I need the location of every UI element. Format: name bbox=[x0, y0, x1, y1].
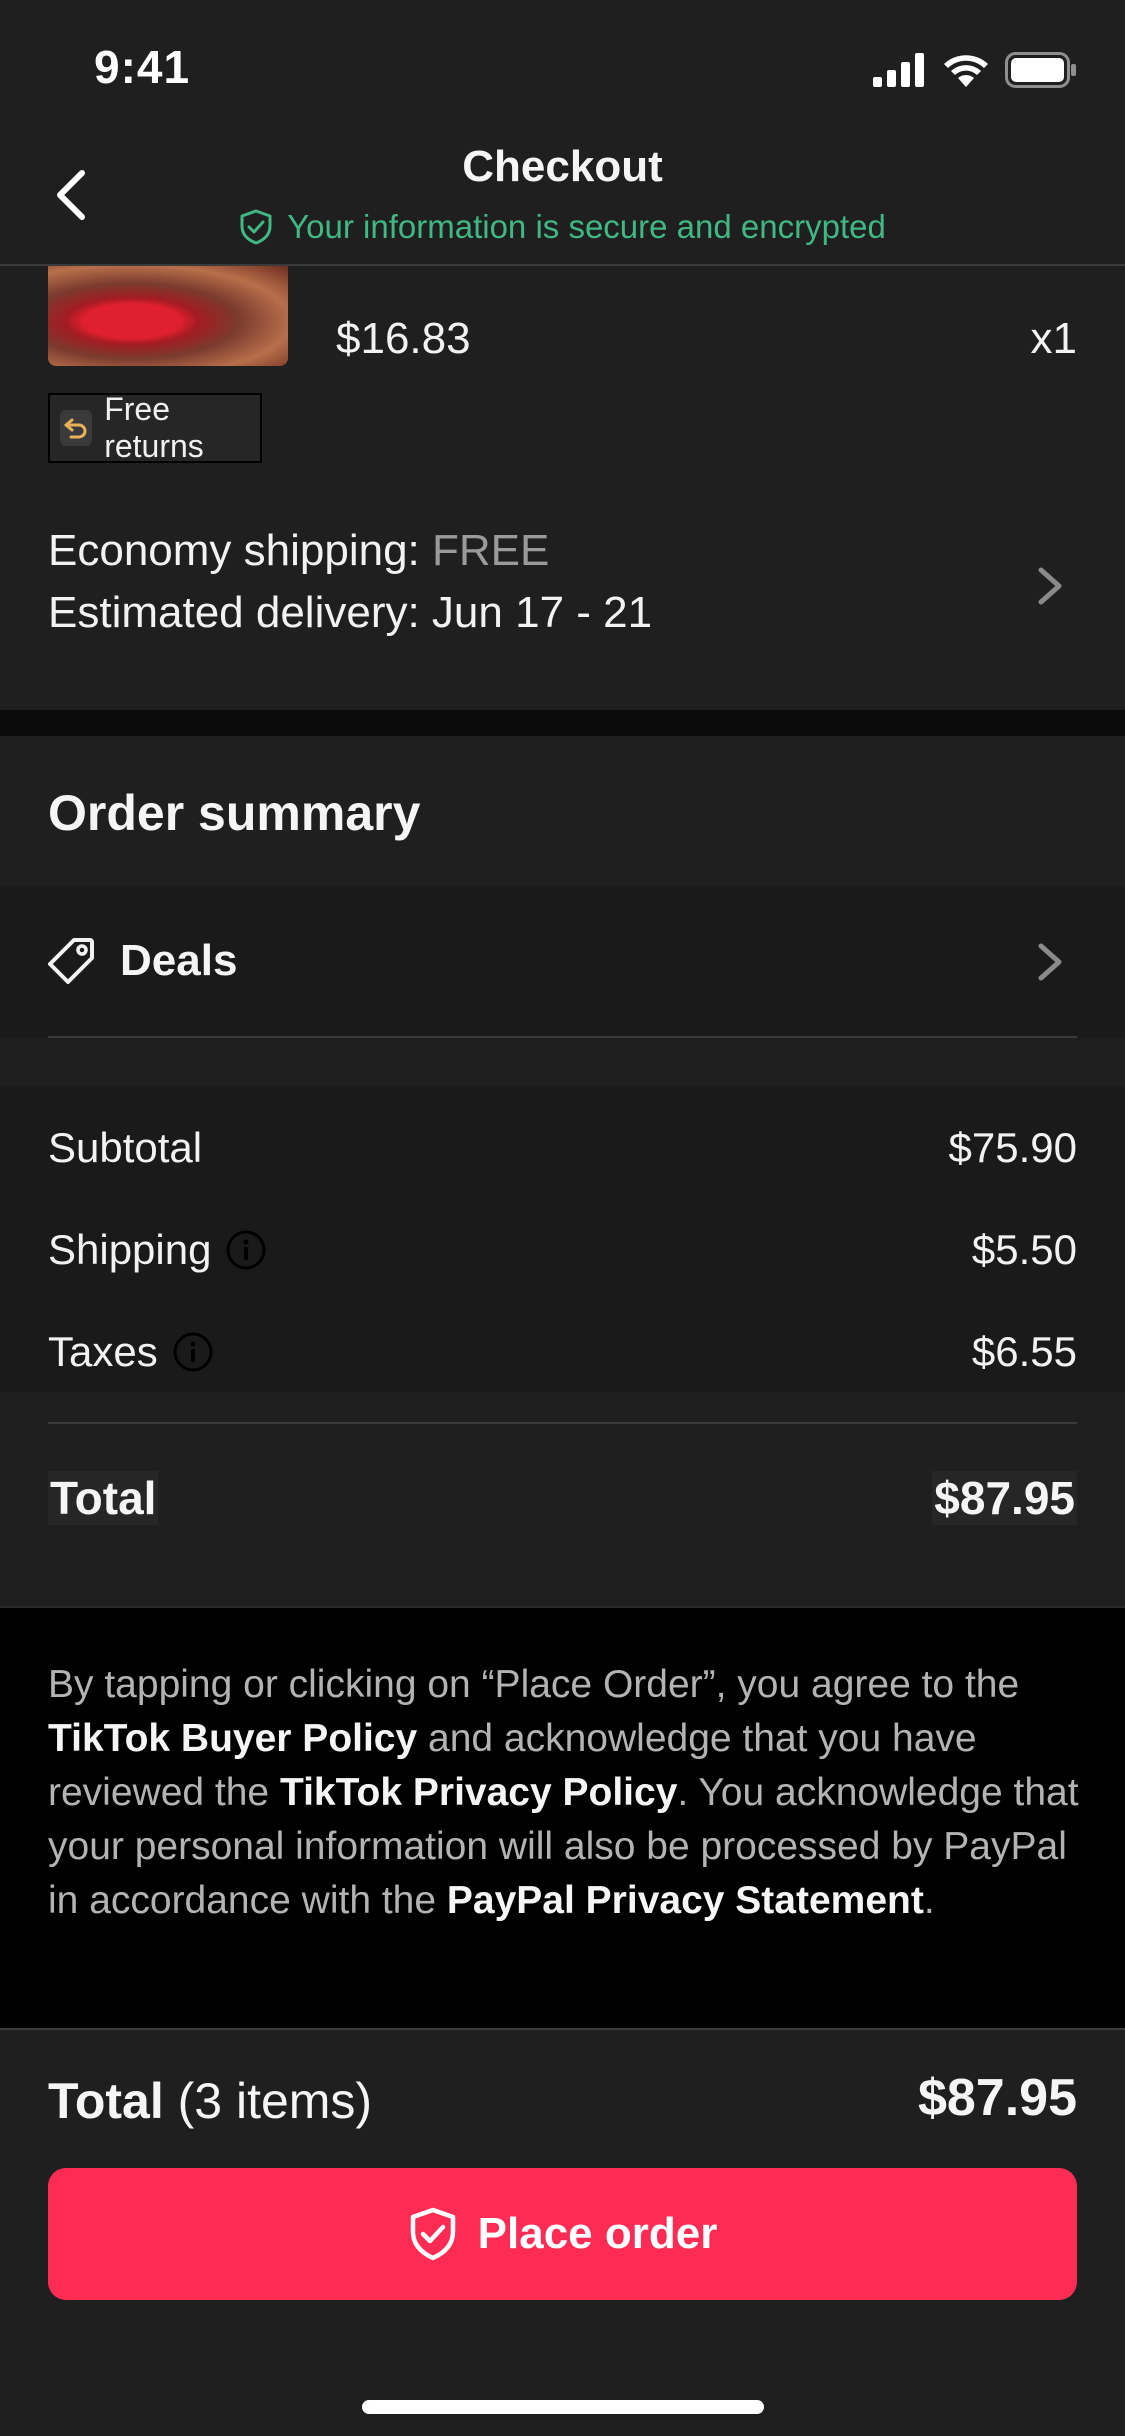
paypal-privacy-link[interactable]: PayPal Privacy Statement bbox=[447, 1879, 924, 1922]
order-summary: Order summary Deals Subtotal $75.90 Ship… bbox=[0, 736, 1125, 1586]
shipping-row: Shipping $5.50 bbox=[48, 1218, 1077, 1278]
legal-text-part: By tapping or clicking on “Place Order”,… bbox=[48, 1663, 1020, 1706]
home-indicator[interactable] bbox=[362, 2400, 764, 2414]
place-order-label: Place order bbox=[477, 2209, 718, 2258]
subtotal-label: Subtotal bbox=[48, 1124, 202, 1172]
subtotal-value: $75.90 bbox=[948, 1124, 1077, 1171]
summary-rows: Subtotal $75.90 Shipping $5.50 Taxes $6.… bbox=[0, 1086, 1125, 1392]
total-label: Total bbox=[48, 1471, 159, 1525]
shipping-method: Economy shipping: FREE bbox=[48, 526, 549, 576]
estimated-delivery: Estimated delivery: Jun 17 - 21 bbox=[48, 588, 653, 637]
taxes-value: $6.55 bbox=[971, 1328, 1077, 1375]
privacy-policy-link[interactable]: TikTok Privacy Policy bbox=[280, 1771, 677, 1814]
buyer-policy-link[interactable]: TikTok Buyer Policy bbox=[48, 1717, 417, 1760]
deals-row[interactable]: Deals bbox=[0, 886, 1125, 1038]
deals-label: Deals bbox=[120, 936, 238, 985]
place-order-button[interactable]: Place order bbox=[48, 2168, 1077, 2300]
chevron-right-icon bbox=[1038, 567, 1062, 605]
secure-text: Your information is secure and encrypted bbox=[287, 208, 886, 245]
signal-icon bbox=[873, 53, 924, 87]
legal-text-part: . bbox=[923, 1879, 935, 1922]
status-time: 9:41 bbox=[94, 41, 191, 93]
free-returns-label: Free returns bbox=[104, 391, 204, 464]
total-value: $87.95 bbox=[932, 1471, 1077, 1525]
subtotal-row: Subtotal $75.90 bbox=[48, 1116, 1077, 1176]
footer-total-label: Total (3 items) bbox=[48, 2072, 372, 2130]
checkout-screen: 9:41 Checkout Your information is secure… bbox=[0, 0, 1125, 2436]
product-section: $16.83 x1 Free returns Economy shipping:… bbox=[0, 266, 1125, 710]
return-icon bbox=[60, 410, 93, 446]
shipping-option-row[interactable]: Economy shipping: FREE Estimated deliver… bbox=[0, 516, 1125, 656]
status-bar: 9:41 bbox=[0, 0, 1125, 132]
checkout-header: Checkout Your information is secure and … bbox=[0, 132, 1125, 266]
deals-divider bbox=[48, 1036, 1077, 1038]
taxes-row: Taxes $6.55 bbox=[48, 1320, 1077, 1380]
battery-icon bbox=[1005, 52, 1076, 88]
shipping-label: Shipping bbox=[48, 1226, 267, 1274]
info-icon[interactable] bbox=[225, 1229, 267, 1271]
tag-icon bbox=[48, 938, 94, 984]
footer-total-value: $87.95 bbox=[917, 2069, 1077, 2127]
product-thumbnail[interactable] bbox=[48, 266, 288, 366]
shipping-separator: : bbox=[407, 526, 432, 575]
shield-check-icon bbox=[410, 2207, 455, 2261]
footer-items-count: (3 items) bbox=[163, 2073, 373, 2129]
taxes-label: Taxes bbox=[48, 1328, 214, 1376]
total-divider bbox=[48, 1422, 1077, 1424]
legal-notice: By tapping or clicking on “Place Order”,… bbox=[0, 1606, 1125, 2030]
taxes-label-text: Taxes bbox=[48, 1328, 158, 1375]
page-title: Checkout bbox=[462, 142, 663, 191]
subtotal-label-text: Subtotal bbox=[48, 1124, 203, 1171]
wifi-icon bbox=[944, 55, 988, 87]
shipping-value: $5.50 bbox=[971, 1226, 1077, 1273]
chevron-right-icon bbox=[1038, 943, 1062, 981]
shipping-method-label: Economy shipping bbox=[48, 526, 408, 575]
order-summary-title: Order summary bbox=[48, 785, 421, 841]
info-icon[interactable] bbox=[172, 1331, 214, 1373]
product-price: $16.83 bbox=[336, 314, 471, 363]
shield-check-icon bbox=[240, 209, 272, 245]
footer-total-text: Total bbox=[48, 2073, 164, 2129]
status-icons bbox=[873, 50, 1077, 90]
shipping-label-text: Shipping bbox=[48, 1226, 212, 1273]
shipping-cost: FREE bbox=[432, 526, 550, 575]
checkout-footer: Total (3 items) $87.95 Place order bbox=[0, 2028, 1125, 2436]
secure-notice: Your information is secure and encrypted bbox=[0, 208, 1125, 246]
product-quantity: x1 bbox=[1030, 314, 1077, 363]
section-divider bbox=[0, 710, 1125, 736]
free-returns-badge: Free returns bbox=[48, 391, 262, 464]
legal-text: By tapping or clicking on “Place Order”,… bbox=[48, 1658, 1085, 1928]
